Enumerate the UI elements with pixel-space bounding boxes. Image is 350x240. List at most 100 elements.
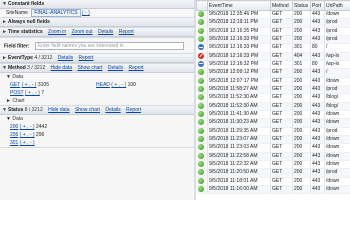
cell-eventtime: 9/5/2018 11:22:32 AM [207,160,271,170]
row-icon-cell [196,85,208,95]
method-chart-toggle[interactable]: ► Chart [0,97,194,105]
method-value-post[interactable]: POST [10,90,24,96]
site-name-row: SiteName FINAL-ANALYTICS ( - ) [0,9,194,17]
column-header-icon[interactable] [196,0,208,11]
table-row[interactable]: 9/5/2018 11:58:27 AM GET 200 443/prod [196,85,350,95]
method-value-cell: HEAD ( + , - ) 100 [96,81,136,89]
field-filter-input[interactable]: Enter field names you are interested in [34,42,184,50]
row-icon-cell [196,18,208,28]
details-link[interactable]: Details [98,29,113,35]
success-status-icon [197,119,204,126]
show-chart-link[interactable]: Show chart [77,65,102,71]
row-icon-cell [196,60,208,70]
success-status-icon [197,135,204,142]
table-row[interactable]: 9/5/2018 11:20:50 AM GET 200 443/prod [196,168,350,178]
status-value-ops[interactable]: ( + , - ) [20,140,35,146]
details-link[interactable]: Details [105,107,120,113]
event-type-header[interactable]: ►EventType 4 / 3212 Details Report [0,54,194,63]
table-row[interactable]: 9/5/2018 11:22:58 AM GET 200 443/down [196,152,350,161]
time-statistics-header[interactable]: ►Time statistics Zoom in Zoom out Detail… [0,28,194,37]
table-row[interactable]: 9/5/2018 12:16:33 PM GET 301 80/ [196,43,350,53]
collapse-triangle-icon[interactable]: ▼ [6,116,11,122]
method-value-ops[interactable]: ( + , - ) [25,90,40,96]
table-row[interactable]: 9/5/2018 11:22:32 AM GET 200 443/down [196,160,350,170]
collapse-triangle-icon[interactable]: ▼ [6,74,11,80]
table-row[interactable]: 9/5/2018 12:16:35 PM GET 200 443/prod [196,27,350,37]
column-header-uripath[interactable]: UriPath [324,0,350,11]
status-value-200[interactable]: 200 [10,124,18,130]
event-type-count: 4 / 3212 [34,55,53,61]
table-row[interactable]: 9/5/2018 12:35:46 PM GET 200 443/down [196,10,350,20]
status-header[interactable]: ▼Status 8 / 3212 Hide data Show chart De… [0,106,194,115]
cell-status: 200 [292,152,311,161]
details-link[interactable]: Details [58,55,73,61]
method-value-head[interactable]: HEAD [96,82,110,88]
cell-status: 301 [292,60,311,70]
always-null-header[interactable]: ►Always null fields [0,18,194,27]
cell-port: 443 [310,152,325,161]
report-link[interactable]: Report [129,65,144,71]
site-name-label: SiteName [6,10,28,16]
status-value-ops[interactable]: ( + , - ) [20,124,35,130]
method-value-ops[interactable]: ( + , - ) [111,82,126,88]
column-header-status[interactable]: Status [292,0,311,11]
row-icon-cell [196,68,208,78]
method-data-toggle[interactable]: ▼ Data [0,73,194,81]
zoom-in-link[interactable]: Zoom in [48,29,66,35]
cell-eventtime: 9/5/2018 12:09:12 PM [207,68,271,78]
table-row[interactable]: 9/5/2018 12:09:12 PM GET 200 443/ [196,68,350,78]
table-row[interactable]: 9/5/2018 11:18:01 AM GET 200 443/down [196,177,350,186]
cell-eventtime: 9/5/2018 12:16:33 PM [207,52,271,61]
table-row[interactable]: 9/5/2018 12:07:17 PM GET 200 443/down [196,77,350,86]
cell-method: GET [270,102,293,111]
field-filter-row: Field filter: Enter field names you are … [0,42,194,50]
hide-data-link[interactable]: Hide data [51,65,72,71]
table-row[interactable]: 9/5/2018 12:19:11 PM GET 200 443/prod [196,18,350,28]
cell-method: GET [270,68,293,78]
column-header-method[interactable]: Method [270,0,293,11]
table-row[interactable]: 9/5/2018 12:16:33 PM GET 404 443/wp-lo [196,52,350,61]
details-link[interactable]: Details [108,65,123,71]
table-row[interactable]: 9/5/2018 11:52:30 AM GET 200 443/blog/ [196,93,350,103]
table-row[interactable]: 9/5/2018 12:16:33 PM GET 200 443/prod [196,35,350,45]
table-row[interactable]: 9/5/2018 11:23:03 AM GET 200 443/down [196,143,350,153]
cell-status: 200 [292,118,311,128]
method-count: 3 / 3212 [27,65,46,71]
report-link[interactable]: Report [78,55,93,61]
show-chart-link[interactable]: Show chart [75,107,100,113]
cell-method: GET [270,185,293,195]
cell-port: 443 [310,143,325,153]
column-header-eventtime[interactable]: EventTime [207,0,271,11]
status-data-toggle[interactable]: ▼ Data [0,115,194,123]
expand-triangle-icon[interactable]: ► [6,98,11,104]
method-value-get[interactable]: GET [10,82,20,88]
status-value-ops[interactable]: ( + , - ) [20,132,35,138]
redirect-status-icon [197,44,204,51]
status-value-206[interactable]: 206 [10,132,18,138]
table-row[interactable]: 9/5/2018 11:29:35 AM GET 200 443/prod [196,127,350,136]
hide-data-link[interactable]: Hide data [48,107,69,113]
method-value-ops[interactable]: ( + , - ) [22,82,37,88]
status-value-301[interactable]: 301 [10,140,18,146]
status-value-row: 200 ( + , - ) 2442 [0,123,194,131]
report-link[interactable]: Report [126,107,141,113]
site-name-ops[interactable]: ( - ) [82,10,90,16]
cell-status: 200 [292,10,311,20]
table-row[interactable]: 9/5/2018 11:41:30 AM GET 200 443/down [196,110,350,120]
table-row[interactable]: 9/5/2018 12:16:32 PM GET 301 80/wp-lo [196,60,350,70]
report-link[interactable]: Report [119,29,134,35]
cell-uripath: /down [324,143,350,153]
table-row[interactable]: 9/5/2018 11:16:00 AM GET 200 443/down [196,185,350,195]
column-header-port[interactable]: Port [310,0,325,11]
method-header[interactable]: ▼Method 3 / 3212 Hide data Show chart De… [0,64,194,73]
method-panel: ▼Method 3 / 3212 Hide data Show chart De… [0,64,194,106]
table-row[interactable]: 9/5/2018 11:30:23 AM GET 200 443/down [196,118,350,128]
constant-fields-header[interactable]: ▼Constant fields [0,0,194,9]
site-name-value[interactable]: FINAL-ANALYTICS [31,9,81,17]
row-icon-cell [196,77,208,86]
table-row[interactable]: 9/5/2018 11:52:30 AM GET 200 443/blog/ [196,102,350,111]
table-row[interactable]: 9/5/2018 11:23:07 AM GET 200 443/down [196,135,350,145]
cell-port: 443 [310,127,325,136]
cell-eventtime: 9/5/2018 11:20:50 AM [207,168,271,178]
zoom-out-link[interactable]: Zoom out [72,29,93,35]
